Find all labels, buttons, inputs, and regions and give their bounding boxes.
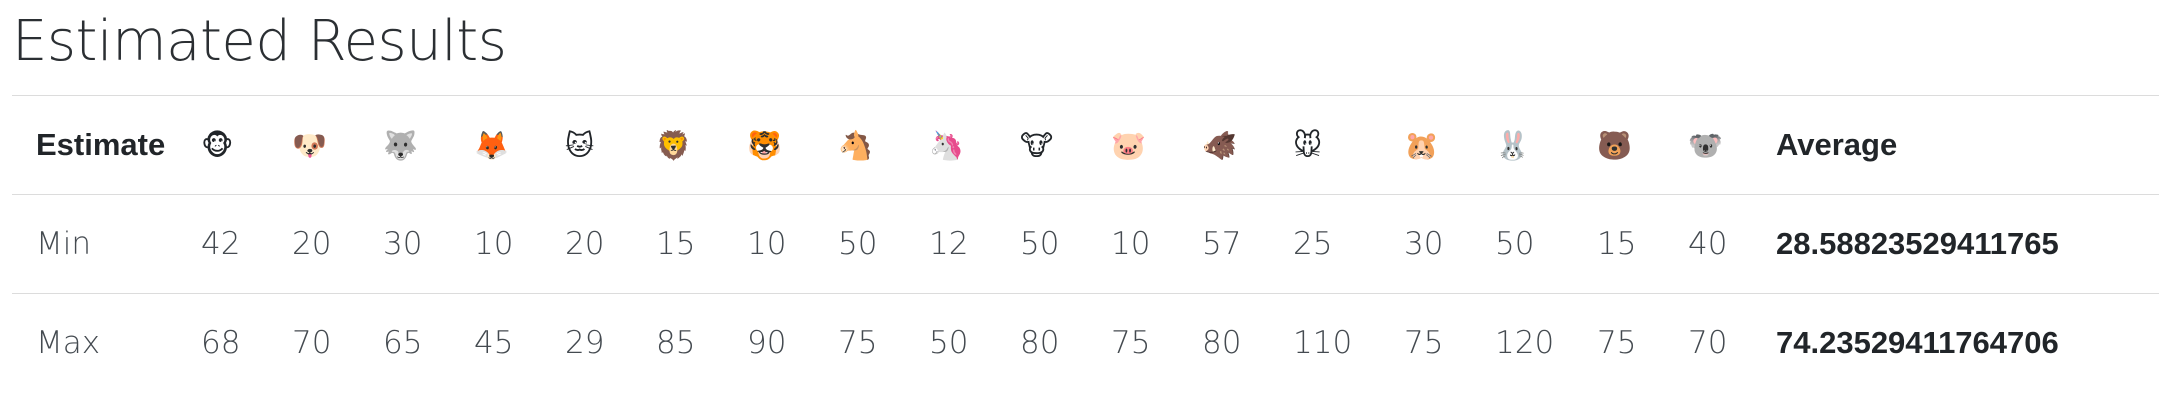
table-cell: 70 [1688, 325, 1728, 361]
table-cell: 50 [1020, 226, 1060, 262]
average-value-min: 28.58823529411765 [1776, 226, 2059, 261]
table-cell: 80 [1020, 325, 1060, 361]
table-cell: 15 [1597, 226, 1637, 262]
cow-face-icon: 🐮 [1020, 129, 1054, 161]
table-cell: 75 [838, 325, 878, 361]
pig-face-icon: 🐷 [1111, 129, 1146, 161]
table-cell: 80 [1202, 325, 1242, 361]
fox-face-icon: 🦊 [474, 129, 509, 161]
wolf-face-icon: 🐺 [383, 129, 418, 161]
results-table: Estimate 🐵 🐶 🐺 🦊 🐱 🦁 🐯 🐴 🦄 🐮 🐷 🐗 🐭 🐹 🐰 🐻… [12, 95, 2159, 392]
table-cell: 110 [1293, 325, 1353, 361]
page-title: Estimated Results [12, 9, 507, 74]
row-label-min: Min [36, 226, 92, 262]
table-cell: 70 [292, 325, 332, 361]
table-cell: 30 [383, 226, 423, 262]
table-cell: 40 [1688, 226, 1728, 262]
mouse-face-icon: 🐭 [1293, 129, 1323, 161]
table-cell: 29 [565, 325, 605, 361]
table-cell: 42 [201, 226, 241, 262]
table-cell: 85 [656, 325, 696, 361]
dog-face-icon: 🐶 [292, 129, 327, 161]
table-cell: 120 [1495, 325, 1555, 361]
table-cell: 57 [1202, 226, 1242, 262]
table-cell: 75 [1597, 325, 1637, 361]
koala-icon: 🐨 [1688, 129, 1723, 161]
table-cell: 20 [292, 226, 332, 262]
table-cell: 10 [747, 226, 787, 262]
table-cell: 50 [929, 325, 969, 361]
table-cell: 65 [383, 325, 423, 361]
table-cell: 75 [1404, 325, 1444, 361]
rabbit-face-icon: 🐰 [1495, 129, 1530, 161]
table-row-min: Min 42 20 30 10 20 15 10 50 12 50 10 57 … [12, 194, 2159, 294]
bear-face-icon: 🐻 [1597, 129, 1632, 161]
row-label-max: Max [36, 325, 101, 361]
estimate-header: Estimate [36, 127, 166, 162]
average-value-max: 74.23529411764706 [1776, 325, 2059, 360]
estimated-results-section: Estimated Results Estimate 🐵 🐶 🐺 🦊 🐱 🦁 🐯… [0, 0, 2176, 404]
monkey-face-icon: 🐵 [201, 129, 234, 161]
hamster-face-icon: 🐹 [1404, 129, 1439, 161]
boar-icon: 🐗 [1202, 129, 1237, 161]
table-cell: 15 [656, 226, 696, 262]
table-cell: 68 [201, 325, 241, 361]
header-row: Estimate 🐵 🐶 🐺 🦊 🐱 🦁 🐯 🐴 🦄 🐮 🐷 🐗 🐭 🐹 🐰 🐻… [12, 95, 2159, 195]
horse-face-icon: 🐴 [838, 129, 873, 161]
table-cell: 90 [747, 325, 787, 361]
table-cell: 45 [474, 325, 514, 361]
cat-face-icon: 🐱 [565, 129, 595, 161]
lion-face-icon: 🦁 [656, 129, 691, 161]
table-cell: 10 [1111, 226, 1151, 262]
table-cell: 12 [929, 226, 969, 262]
average-header: Average [1776, 127, 1898, 162]
table-cell: 50 [1495, 226, 1535, 262]
table-cell: 10 [474, 226, 514, 262]
table-cell: 50 [838, 226, 878, 262]
table-row-max: Max 68 70 65 45 29 85 90 75 50 80 75 80 … [12, 293, 2159, 393]
table-cell: 25 [1293, 226, 1333, 262]
table-cell: 20 [565, 226, 605, 262]
unicorn-face-icon: 🦄 [929, 129, 964, 161]
tiger-face-icon: 🐯 [747, 129, 782, 161]
table-cell: 30 [1404, 226, 1444, 262]
table-cell: 75 [1111, 325, 1151, 361]
